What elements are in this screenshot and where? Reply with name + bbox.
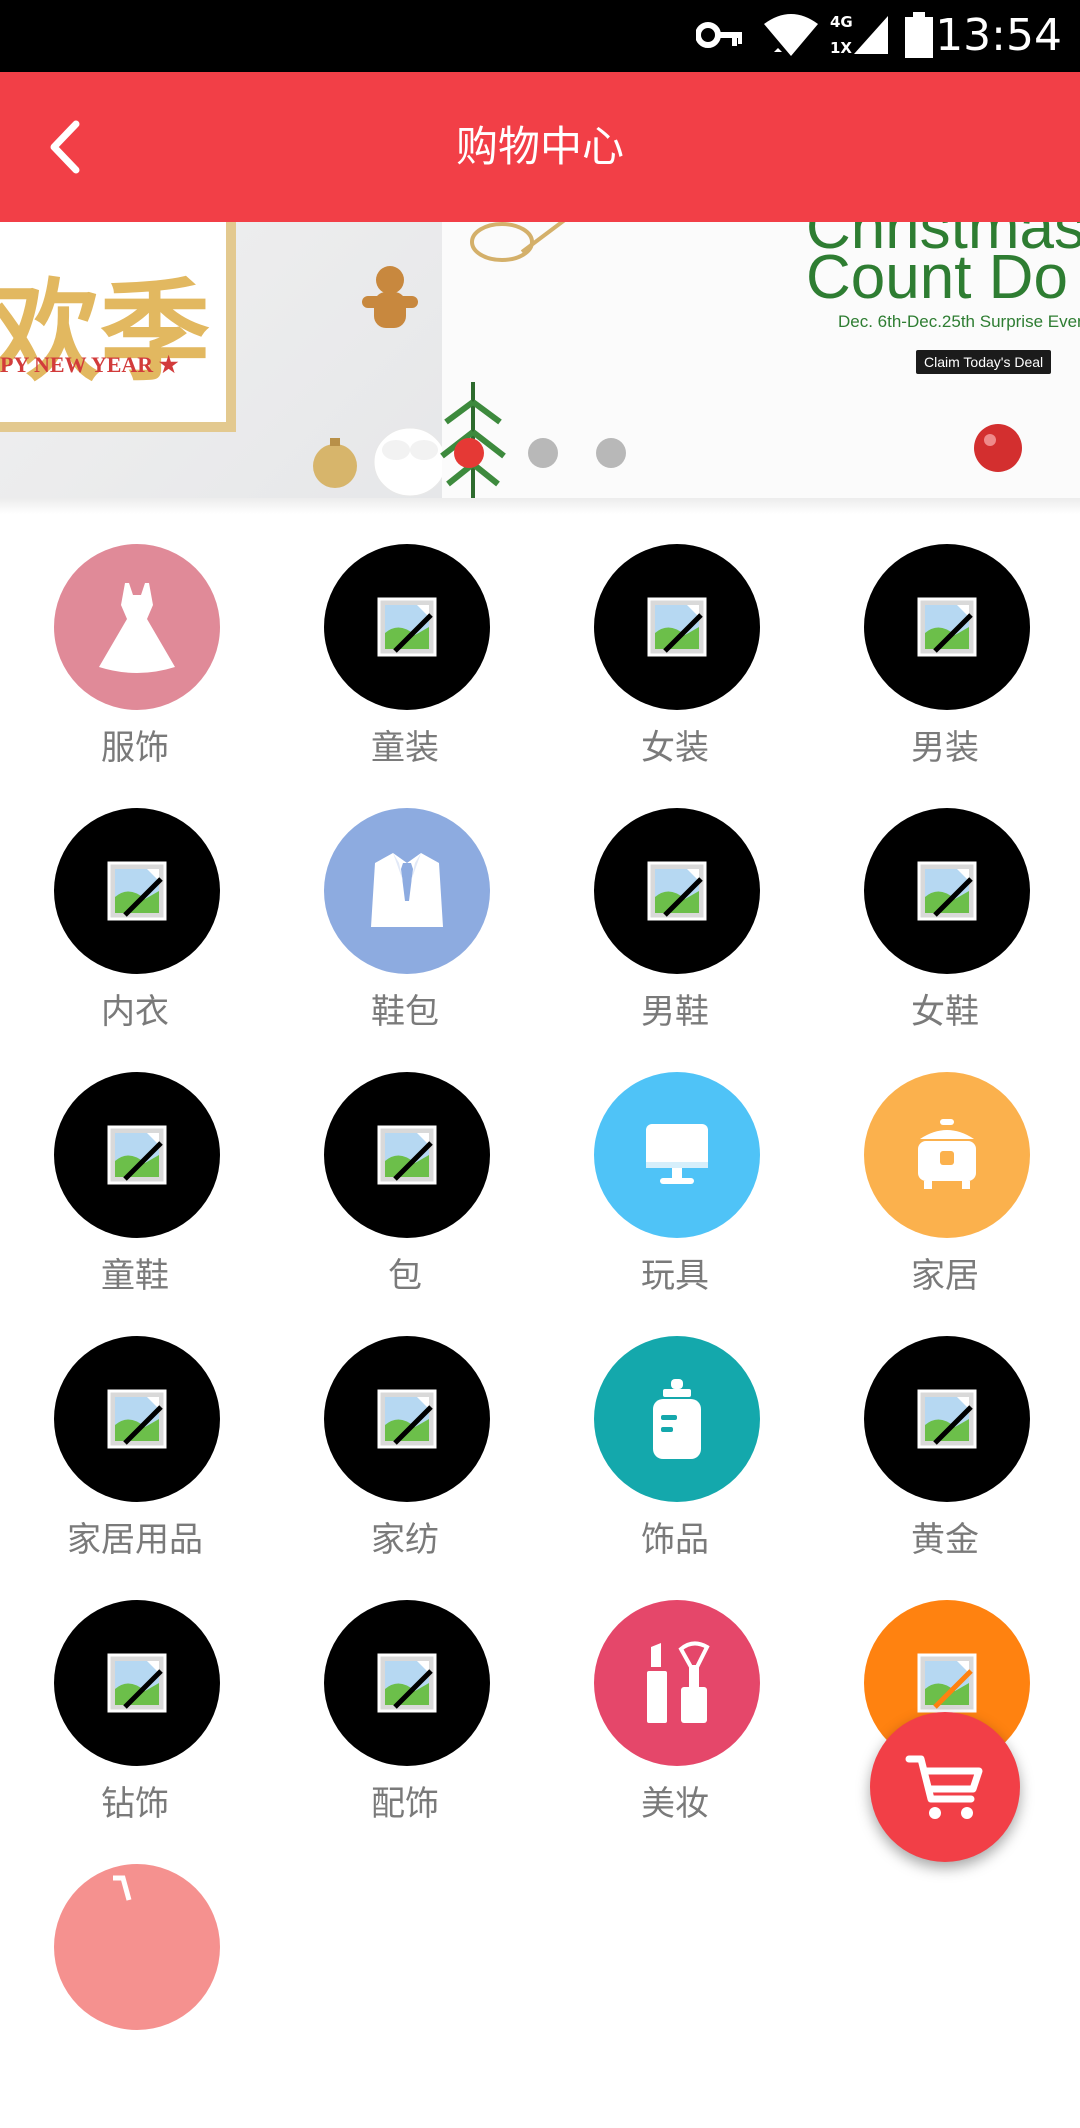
category-circle [324, 544, 490, 710]
category-circle [54, 544, 220, 710]
category-circle [594, 544, 760, 710]
image-placeholder-icon [377, 1653, 437, 1713]
category-item-toys[interactable]: 玩具 [540, 1072, 810, 1336]
suit-icon [371, 853, 443, 927]
category-circle [54, 1336, 220, 1502]
category-label: 男装 [911, 728, 979, 768]
category-circle [864, 544, 1030, 710]
category-grid: 服饰 童装 女装 男装 内衣 鞋包 男鞋 女鞋 童鞋 包 玩具 家居 家居用品 … [0, 0, 1080, 2030]
category-circle [594, 1600, 760, 1766]
category-circle [594, 1072, 760, 1238]
category-label: 玩具 [641, 1256, 709, 1296]
category-label: 配饰 [371, 1784, 439, 1824]
baby-bottle-icon [653, 1379, 701, 1459]
category-item-diamond[interactable]: 钻饰 [0, 1600, 270, 1864]
category-item-bags[interactable]: 包 [270, 1072, 540, 1336]
category-label: 童鞋 [101, 1256, 169, 1296]
category-circle [864, 1336, 1030, 1502]
image-placeholder-icon [647, 597, 707, 657]
category-item-ornaments[interactable]: 配饰 [270, 1600, 540, 1864]
image-placeholder-icon [107, 1125, 167, 1185]
category-label: 饰品 [641, 1520, 709, 1560]
category-item-womens-clothing[interactable]: 女装 [540, 544, 810, 808]
category-circle [594, 1336, 760, 1502]
category-label: 鞋包 [371, 992, 439, 1032]
category-item-partial[interactable] [0, 1864, 270, 2128]
category-circle [54, 808, 220, 974]
category-item-mens-shoes[interactable]: 男鞋 [540, 808, 810, 1072]
category-item-home-goods[interactable]: 家居用品 [0, 1336, 270, 1600]
category-item-underwear[interactable]: 内衣 [0, 808, 270, 1072]
category-circle [324, 1072, 490, 1238]
category-label: 家居 [911, 1256, 979, 1296]
image-placeholder-icon [107, 861, 167, 921]
cart-fab-button[interactable] [870, 1712, 1020, 1862]
image-placeholder-icon [107, 1653, 167, 1713]
cart-icon [905, 1755, 983, 1819]
cosmetics-icon [647, 1641, 710, 1723]
category-label: 家纺 [371, 1520, 439, 1560]
category-circle [324, 1336, 490, 1502]
image-placeholder-icon [917, 597, 977, 657]
category-item-home[interactable]: 家居 [810, 1072, 1080, 1336]
category-item-mens-clothing[interactable]: 男装 [810, 544, 1080, 808]
category-label: 钻饰 [101, 1784, 169, 1824]
category-item-beauty[interactable]: 美妆 [540, 1600, 810, 1864]
category-label: 内衣 [101, 992, 169, 1032]
cart-icon [113, 1875, 132, 1901]
category-circle [594, 808, 760, 974]
category-item-textiles[interactable]: 家纺 [270, 1336, 540, 1600]
category-item-kids-shoes[interactable]: 童鞋 [0, 1072, 270, 1336]
category-circle [54, 1600, 220, 1766]
category-label: 美妆 [641, 1784, 709, 1824]
category-item-accessories[interactable]: 饰品 [540, 1336, 810, 1600]
monitor-icon [646, 1124, 708, 1184]
image-placeholder-icon [647, 861, 707, 921]
category-item-womens-shoes[interactable]: 女鞋 [810, 808, 1080, 1072]
image-placeholder-icon [377, 1125, 437, 1185]
image-placeholder-icon [107, 1389, 167, 1449]
category-item-shoes-bags[interactable]: 鞋包 [270, 808, 540, 1072]
category-label: 家居用品 [67, 1520, 203, 1560]
image-placeholder-icon [917, 861, 977, 921]
category-item-gold[interactable]: 黄金 [810, 1336, 1080, 1600]
category-circle [324, 808, 490, 974]
category-item-clothing[interactable]: 服饰 [0, 544, 270, 808]
category-item-kids-clothing[interactable]: 童装 [270, 544, 540, 808]
rice-cooker-icon [918, 1119, 976, 1189]
category-label: 黄金 [911, 1520, 979, 1560]
category-label: 童装 [371, 728, 439, 768]
image-placeholder-icon [917, 1653, 977, 1713]
category-circle [864, 808, 1030, 974]
image-placeholder-icon [377, 1389, 437, 1449]
image-placeholder-icon [377, 597, 437, 657]
category-circle [864, 1072, 1030, 1238]
dress-icon [99, 583, 175, 673]
category-circle [54, 1072, 220, 1238]
category-label: 女鞋 [911, 992, 979, 1032]
category-circle [54, 1864, 220, 2030]
category-label: 女装 [641, 728, 709, 768]
category-label: 包 [388, 1256, 422, 1296]
category-label: 服饰 [101, 728, 169, 768]
category-label: 男鞋 [641, 992, 709, 1032]
category-circle [324, 1600, 490, 1766]
image-placeholder-icon [917, 1389, 977, 1449]
